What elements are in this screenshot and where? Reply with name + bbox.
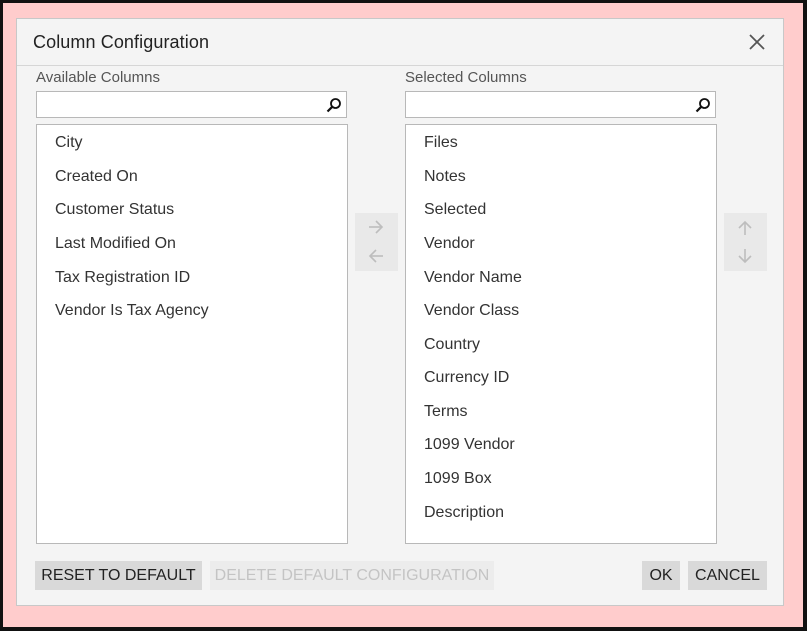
overlay-backdrop: Column Configuration Available Columns C…: [3, 3, 803, 627]
available-search-input[interactable]: [41, 95, 321, 116]
list-item[interactable]: Currency ID: [424, 369, 509, 387]
reset-to-default-button[interactable]: RESET TO DEFAULT: [35, 561, 202, 590]
available-columns-list[interactable]: City Created On Customer Status Last Mod…: [36, 124, 348, 544]
cancel-button[interactable]: CANCEL: [688, 561, 767, 590]
list-item[interactable]: Vendor Class: [424, 302, 519, 320]
selected-search-input[interactable]: [410, 95, 690, 116]
arrow-right-icon[interactable]: [367, 218, 385, 236]
selected-columns-label: Selected Columns: [405, 69, 527, 86]
list-item[interactable]: 1099 Box: [424, 470, 492, 488]
ok-button[interactable]: OK: [642, 561, 680, 590]
list-item[interactable]: Last Modified On: [55, 235, 176, 253]
close-button[interactable]: [744, 29, 770, 55]
list-item[interactable]: Created On: [55, 168, 138, 186]
list-item[interactable]: Terms: [424, 403, 468, 421]
list-item[interactable]: Country: [424, 336, 480, 354]
arrow-down-icon[interactable]: [736, 247, 754, 265]
available-search-box: [36, 91, 347, 118]
list-item[interactable]: City: [55, 134, 83, 152]
list-item[interactable]: Selected: [424, 201, 486, 219]
list-item[interactable]: Notes: [424, 168, 466, 186]
arrow-left-icon[interactable]: [367, 247, 385, 265]
search-icon[interactable]: [695, 97, 711, 113]
list-item[interactable]: Files: [424, 134, 458, 152]
delete-default-configuration-button[interactable]: DELETE DEFAULT CONFIGURATION: [210, 561, 494, 590]
search-icon[interactable]: [326, 97, 342, 113]
title-divider: [17, 65, 783, 66]
selected-search-box: [405, 91, 716, 118]
list-item[interactable]: Vendor: [424, 235, 475, 253]
dialog-title: Column Configuration: [33, 32, 210, 52]
list-item[interactable]: Vendor Is Tax Agency: [55, 302, 209, 320]
list-item[interactable]: 1099 Vendor: [424, 436, 515, 454]
selected-columns-list[interactable]: Files Notes Selected Vendor Vendor Name …: [405, 124, 717, 544]
list-item[interactable]: Customer Status: [55, 201, 174, 219]
column-configuration-dialog: Column Configuration Available Columns C…: [16, 18, 784, 606]
available-columns-label: Available Columns: [36, 69, 160, 86]
reorder-buttons: [724, 213, 767, 271]
close-icon: [749, 34, 765, 50]
transfer-buttons: [355, 213, 398, 271]
arrow-up-icon[interactable]: [736, 219, 754, 237]
list-item[interactable]: Tax Registration ID: [55, 269, 190, 287]
list-item[interactable]: Vendor Name: [424, 269, 522, 287]
list-item[interactable]: Description: [424, 504, 504, 522]
